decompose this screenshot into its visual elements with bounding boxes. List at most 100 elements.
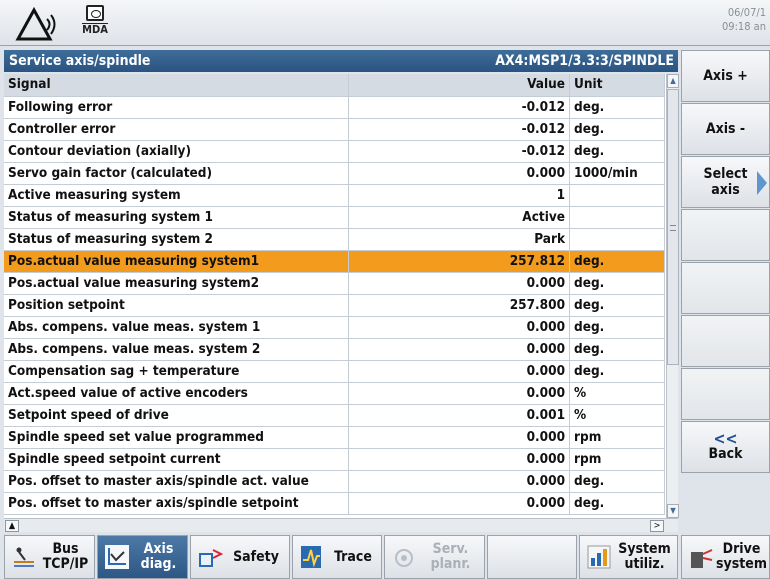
service-planner-label-2: planr. bbox=[430, 556, 471, 572]
unit-cell bbox=[569, 228, 665, 251]
table-header-row: Signal Value Unit bbox=[4, 74, 665, 97]
value-cell: 0.000 bbox=[348, 316, 571, 339]
table-row[interactable]: Pos. offset to master axis/spindle setpo… bbox=[4, 492, 665, 515]
table-row[interactable]: Servo gain factor (calculated) 0.000 1000/… bbox=[4, 162, 665, 185]
value-cell: 1 bbox=[348, 184, 571, 207]
unit-cell: rpm bbox=[569, 426, 665, 449]
axis-diag-label-2: diag. bbox=[140, 556, 177, 572]
safety-softkey[interactable]: Safety bbox=[190, 535, 290, 579]
window-title: Service axis/spindle bbox=[9, 53, 151, 69]
drive-system-softkey[interactable]: Drive system bbox=[681, 535, 770, 579]
table-row[interactable]: Compensation sag + temperature 0.000 deg. bbox=[4, 360, 665, 383]
back-label: Back bbox=[708, 446, 743, 462]
scroll-thumb[interactable] bbox=[667, 89, 679, 365]
signal-cell: Following error bbox=[4, 96, 350, 119]
system-utilization-softkey[interactable]: System utiliz. bbox=[579, 535, 678, 579]
value-cell: -0.012 bbox=[348, 140, 571, 163]
bus-tcpip-softkey[interactable]: Bus TCP/IP bbox=[4, 535, 95, 579]
signal-cell: Servo gain factor (calculated) bbox=[4, 162, 350, 185]
table-row[interactable]: Following error -0.012 deg. bbox=[4, 96, 665, 119]
select-axis-softkey[interactable]: Select axis bbox=[681, 156, 770, 208]
empty-softkey-4[interactable] bbox=[681, 209, 770, 261]
select-axis-label-2: axis bbox=[711, 182, 740, 198]
table-row[interactable]: Pos.actual value measuring system1 257.81… bbox=[4, 250, 665, 273]
empty-softkey-5[interactable] bbox=[681, 262, 770, 314]
mda-mode-icon bbox=[86, 5, 104, 21]
axis-minus-softkey[interactable]: Axis - bbox=[681, 103, 770, 155]
signal-cell: Act.speed value of active encoders bbox=[4, 382, 350, 405]
table-row[interactable]: Abs. compens. value meas. system 2 0.000 d… bbox=[4, 338, 665, 361]
back-softkey[interactable]: << Back bbox=[681, 421, 770, 473]
table-row[interactable]: Act.speed value of active encoders 0.000% bbox=[4, 382, 665, 405]
scroll-left-icon[interactable]: ▲ bbox=[5, 520, 19, 532]
unit-cell: 1000/min bbox=[569, 162, 665, 185]
vertical-scrollbar[interactable]: ▲ ▼ bbox=[666, 74, 679, 518]
column-header-signal: Signal bbox=[4, 74, 350, 97]
table-row[interactable]: Pos.actual value measuring system2 0.000 d… bbox=[4, 272, 665, 295]
table-row[interactable]: Status of measuring system 1 Active bbox=[4, 206, 665, 229]
value-cell: 257.812 bbox=[348, 250, 571, 273]
table-row[interactable]: Controller error -0.012 deg. bbox=[4, 118, 665, 141]
axis-diag-softkey[interactable]: Axis diag. bbox=[97, 535, 188, 579]
trace-softkey[interactable]: Trace bbox=[292, 535, 382, 579]
value-cell: Active bbox=[348, 206, 571, 229]
date-text: 06/07/1 bbox=[727, 6, 766, 19]
table-row[interactable]: Spindle speed setpoint current 0.000 rpm bbox=[4, 448, 665, 471]
table-row[interactable]: Pos. offset to master axis/spindle act. … bbox=[4, 470, 665, 493]
value-cell: 0.001 bbox=[348, 404, 571, 427]
service-planner-label-1: Serv. bbox=[432, 541, 469, 557]
unit-cell: deg. bbox=[569, 96, 665, 119]
unit-cell: deg. bbox=[569, 118, 665, 141]
table-row[interactable]: Setpoint speed of drive 0.001% bbox=[4, 404, 665, 427]
unit-cell bbox=[569, 206, 665, 229]
drive-system-label-1: Drive bbox=[722, 541, 761, 557]
scroll-up-icon[interactable]: ▲ bbox=[667, 74, 679, 88]
bus-label-1: Bus bbox=[52, 541, 79, 557]
signal-cell: Controller error bbox=[4, 118, 350, 141]
value-cell: Park bbox=[348, 228, 571, 251]
value-cell: 0.000 bbox=[348, 492, 571, 515]
horizontal-softkey-bar: Bus TCP/IP Axis diag. Safety Trace Serv.… bbox=[0, 535, 770, 579]
scroll-grip-icon bbox=[670, 225, 676, 231]
signal-cell: Position setpoint bbox=[4, 294, 350, 317]
unit-cell: rpm bbox=[569, 448, 665, 471]
scroll-right-icon[interactable]: > bbox=[650, 520, 664, 532]
signal-cell: Pos.actual value measuring system1 bbox=[4, 250, 350, 273]
time-text: 09:18 an bbox=[722, 20, 766, 33]
value-cell: 0.000 bbox=[348, 360, 571, 383]
empty-softkey-7[interactable] bbox=[681, 368, 770, 420]
unit-cell: deg. bbox=[569, 338, 665, 361]
unit-cell: deg. bbox=[569, 360, 665, 383]
trace-icon bbox=[301, 546, 321, 568]
unit-cell: deg. bbox=[569, 272, 665, 295]
table-row[interactable]: Spindle speed set value programmed 0.000 r… bbox=[4, 426, 665, 449]
signal-cell: Pos. offset to master axis/spindle act. … bbox=[4, 470, 350, 493]
horizontal-scrollbar[interactable]: ▲ > bbox=[4, 518, 678, 532]
unit-cell: deg. bbox=[569, 470, 665, 493]
signal-cell: Abs. compens. value meas. system 1 bbox=[4, 316, 350, 339]
service-planner-softkey[interactable]: Serv. planr. bbox=[384, 535, 485, 579]
safety-icon bbox=[199, 549, 223, 567]
unit-cell: deg. bbox=[569, 140, 665, 163]
value-cell: -0.012 bbox=[348, 118, 571, 141]
mode-label: MDA bbox=[82, 23, 108, 36]
table-row[interactable]: Status of measuring system 2 Park bbox=[4, 228, 665, 251]
table-row[interactable]: Contour deviation (axially) -0.012 deg. bbox=[4, 140, 665, 163]
axis-plus-softkey[interactable]: Axis + bbox=[681, 50, 770, 102]
axis-diagnosis-icon bbox=[105, 545, 129, 569]
scroll-down-icon[interactable]: ▼ bbox=[667, 504, 679, 518]
table-row[interactable]: Active measuring system 1 bbox=[4, 184, 665, 207]
axis-identifier: AX4:MSP1/3.3:3/SPINDLE bbox=[495, 53, 674, 69]
signal-cell: Spindle speed setpoint current bbox=[4, 448, 350, 471]
signal-table-area: Signal Value Unit Following error -0.012 d… bbox=[4, 74, 679, 518]
column-header-unit: Unit bbox=[569, 74, 665, 97]
unit-cell bbox=[569, 184, 665, 207]
empty-softkey-6[interactable] bbox=[681, 315, 770, 367]
table-row[interactable]: Abs. compens. value meas. system 1 0.000 d… bbox=[4, 316, 665, 339]
vertical-softkey-bar: Axis + Axis - Select axis << Back bbox=[681, 50, 770, 532]
value-cell: 0.000 bbox=[348, 338, 571, 361]
table-body: Following error -0.012 deg. Controller erro… bbox=[4, 96, 665, 515]
empty-softkey-h6[interactable] bbox=[487, 535, 577, 579]
table-row[interactable]: Position setpoint 257.800 deg. bbox=[4, 294, 665, 317]
value-cell: 0.000 bbox=[348, 448, 571, 471]
